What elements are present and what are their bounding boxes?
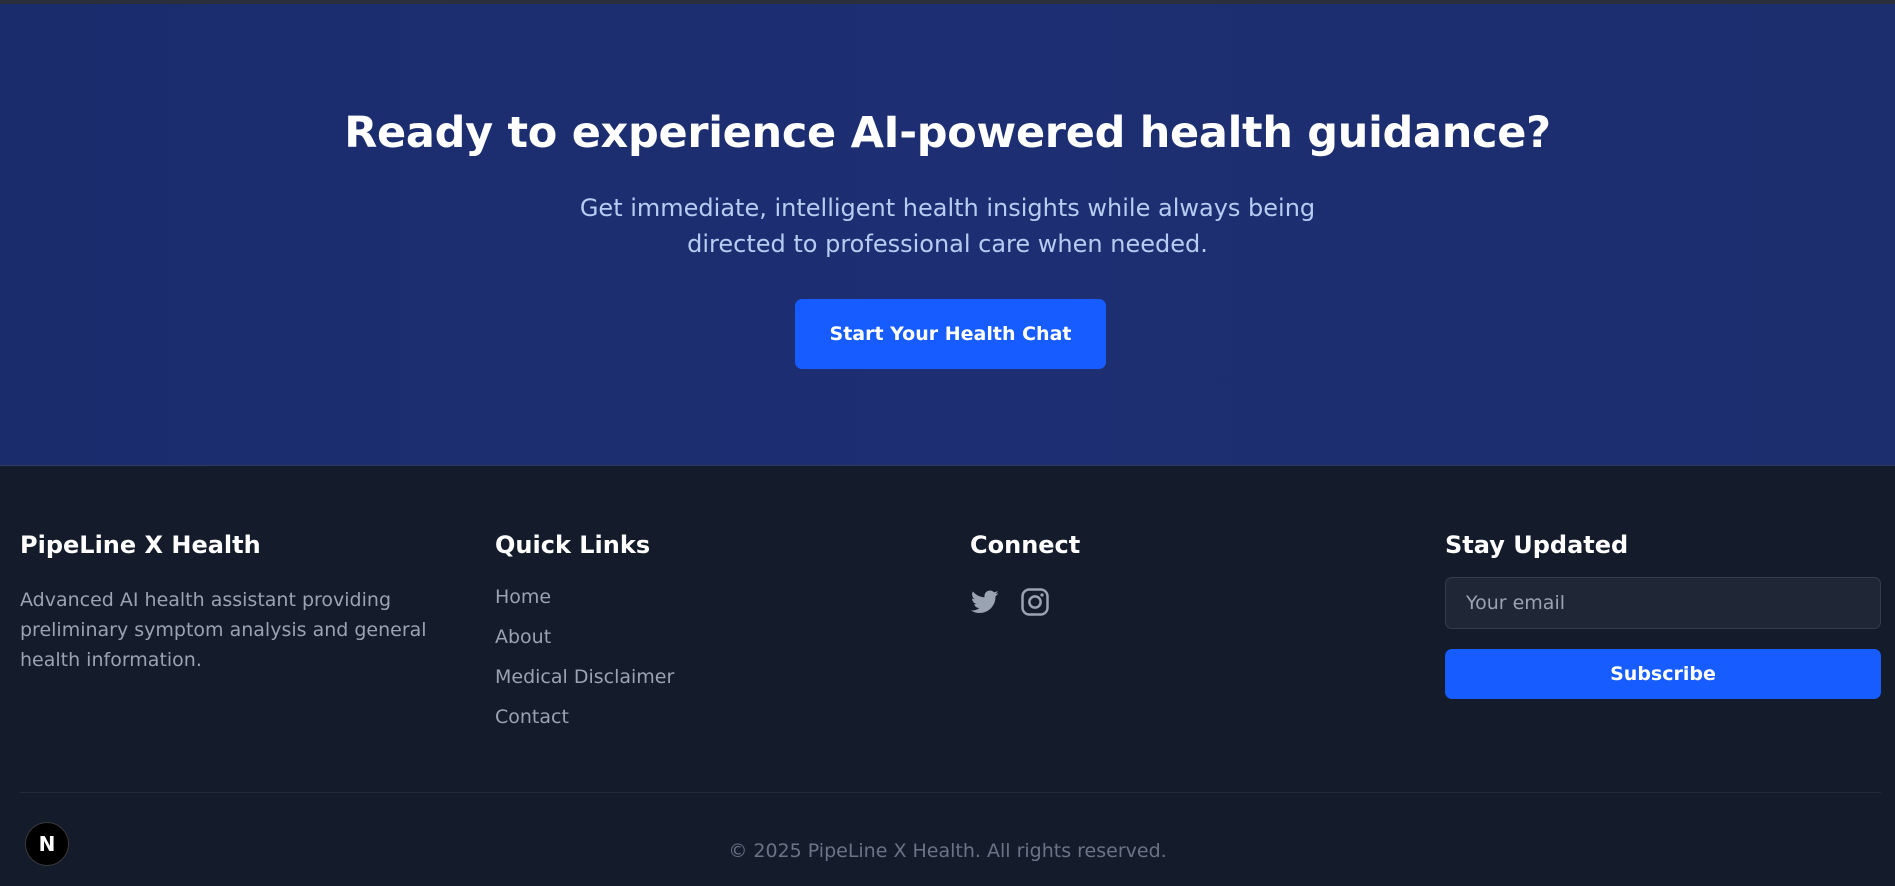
site-footer: PipeLine X Health Advanced AI health ass…: [0, 466, 1895, 886]
twitter-icon[interactable]: [970, 587, 1000, 617]
footer-link-medical-disclaimer[interactable]: Medical Disclaimer: [495, 665, 935, 689]
email-input[interactable]: [1445, 577, 1881, 629]
start-health-chat-button[interactable]: Start Your Health Chat: [795, 299, 1106, 369]
subscribe-button[interactable]: Subscribe: [1445, 649, 1881, 699]
instagram-icon[interactable]: [1020, 587, 1050, 617]
cta-title: Ready to experience AI-powered health gu…: [344, 108, 1551, 158]
cta-subtitle: Get immediate, intelligent health insigh…: [579, 194, 1316, 258]
quick-links-list: Home About Medical Disclaimer Contact: [495, 585, 935, 729]
cta-section: Ready to experience AI-powered health gu…: [0, 4, 1895, 466]
footer-link-about[interactable]: About: [495, 625, 935, 649]
connect-column: Connect: [970, 531, 1410, 617]
footer-link-home[interactable]: Home: [495, 585, 935, 609]
copyright-text: © 2025 PipeLine X Health. All rights res…: [728, 840, 1167, 862]
footer-brand-column: PipeLine X Health Advanced AI health ass…: [20, 531, 460, 675]
footer-link-contact[interactable]: Contact: [495, 705, 935, 729]
newsletter-title: Stay Updated: [1445, 531, 1629, 559]
footer-brand-title: PipeLine X Health: [20, 531, 261, 559]
quick-links-column: Quick Links Home About Medical Disclaime…: [495, 531, 935, 745]
footer-divider: [20, 792, 1881, 793]
connect-title: Connect: [970, 531, 1081, 559]
quick-links-title: Quick Links: [495, 531, 651, 559]
newsletter-column: Stay Updated Subscribe: [1445, 531, 1881, 699]
footer-brand-description: Advanced AI health assistant providing p…: [20, 589, 427, 671]
social-links: [970, 587, 1410, 617]
